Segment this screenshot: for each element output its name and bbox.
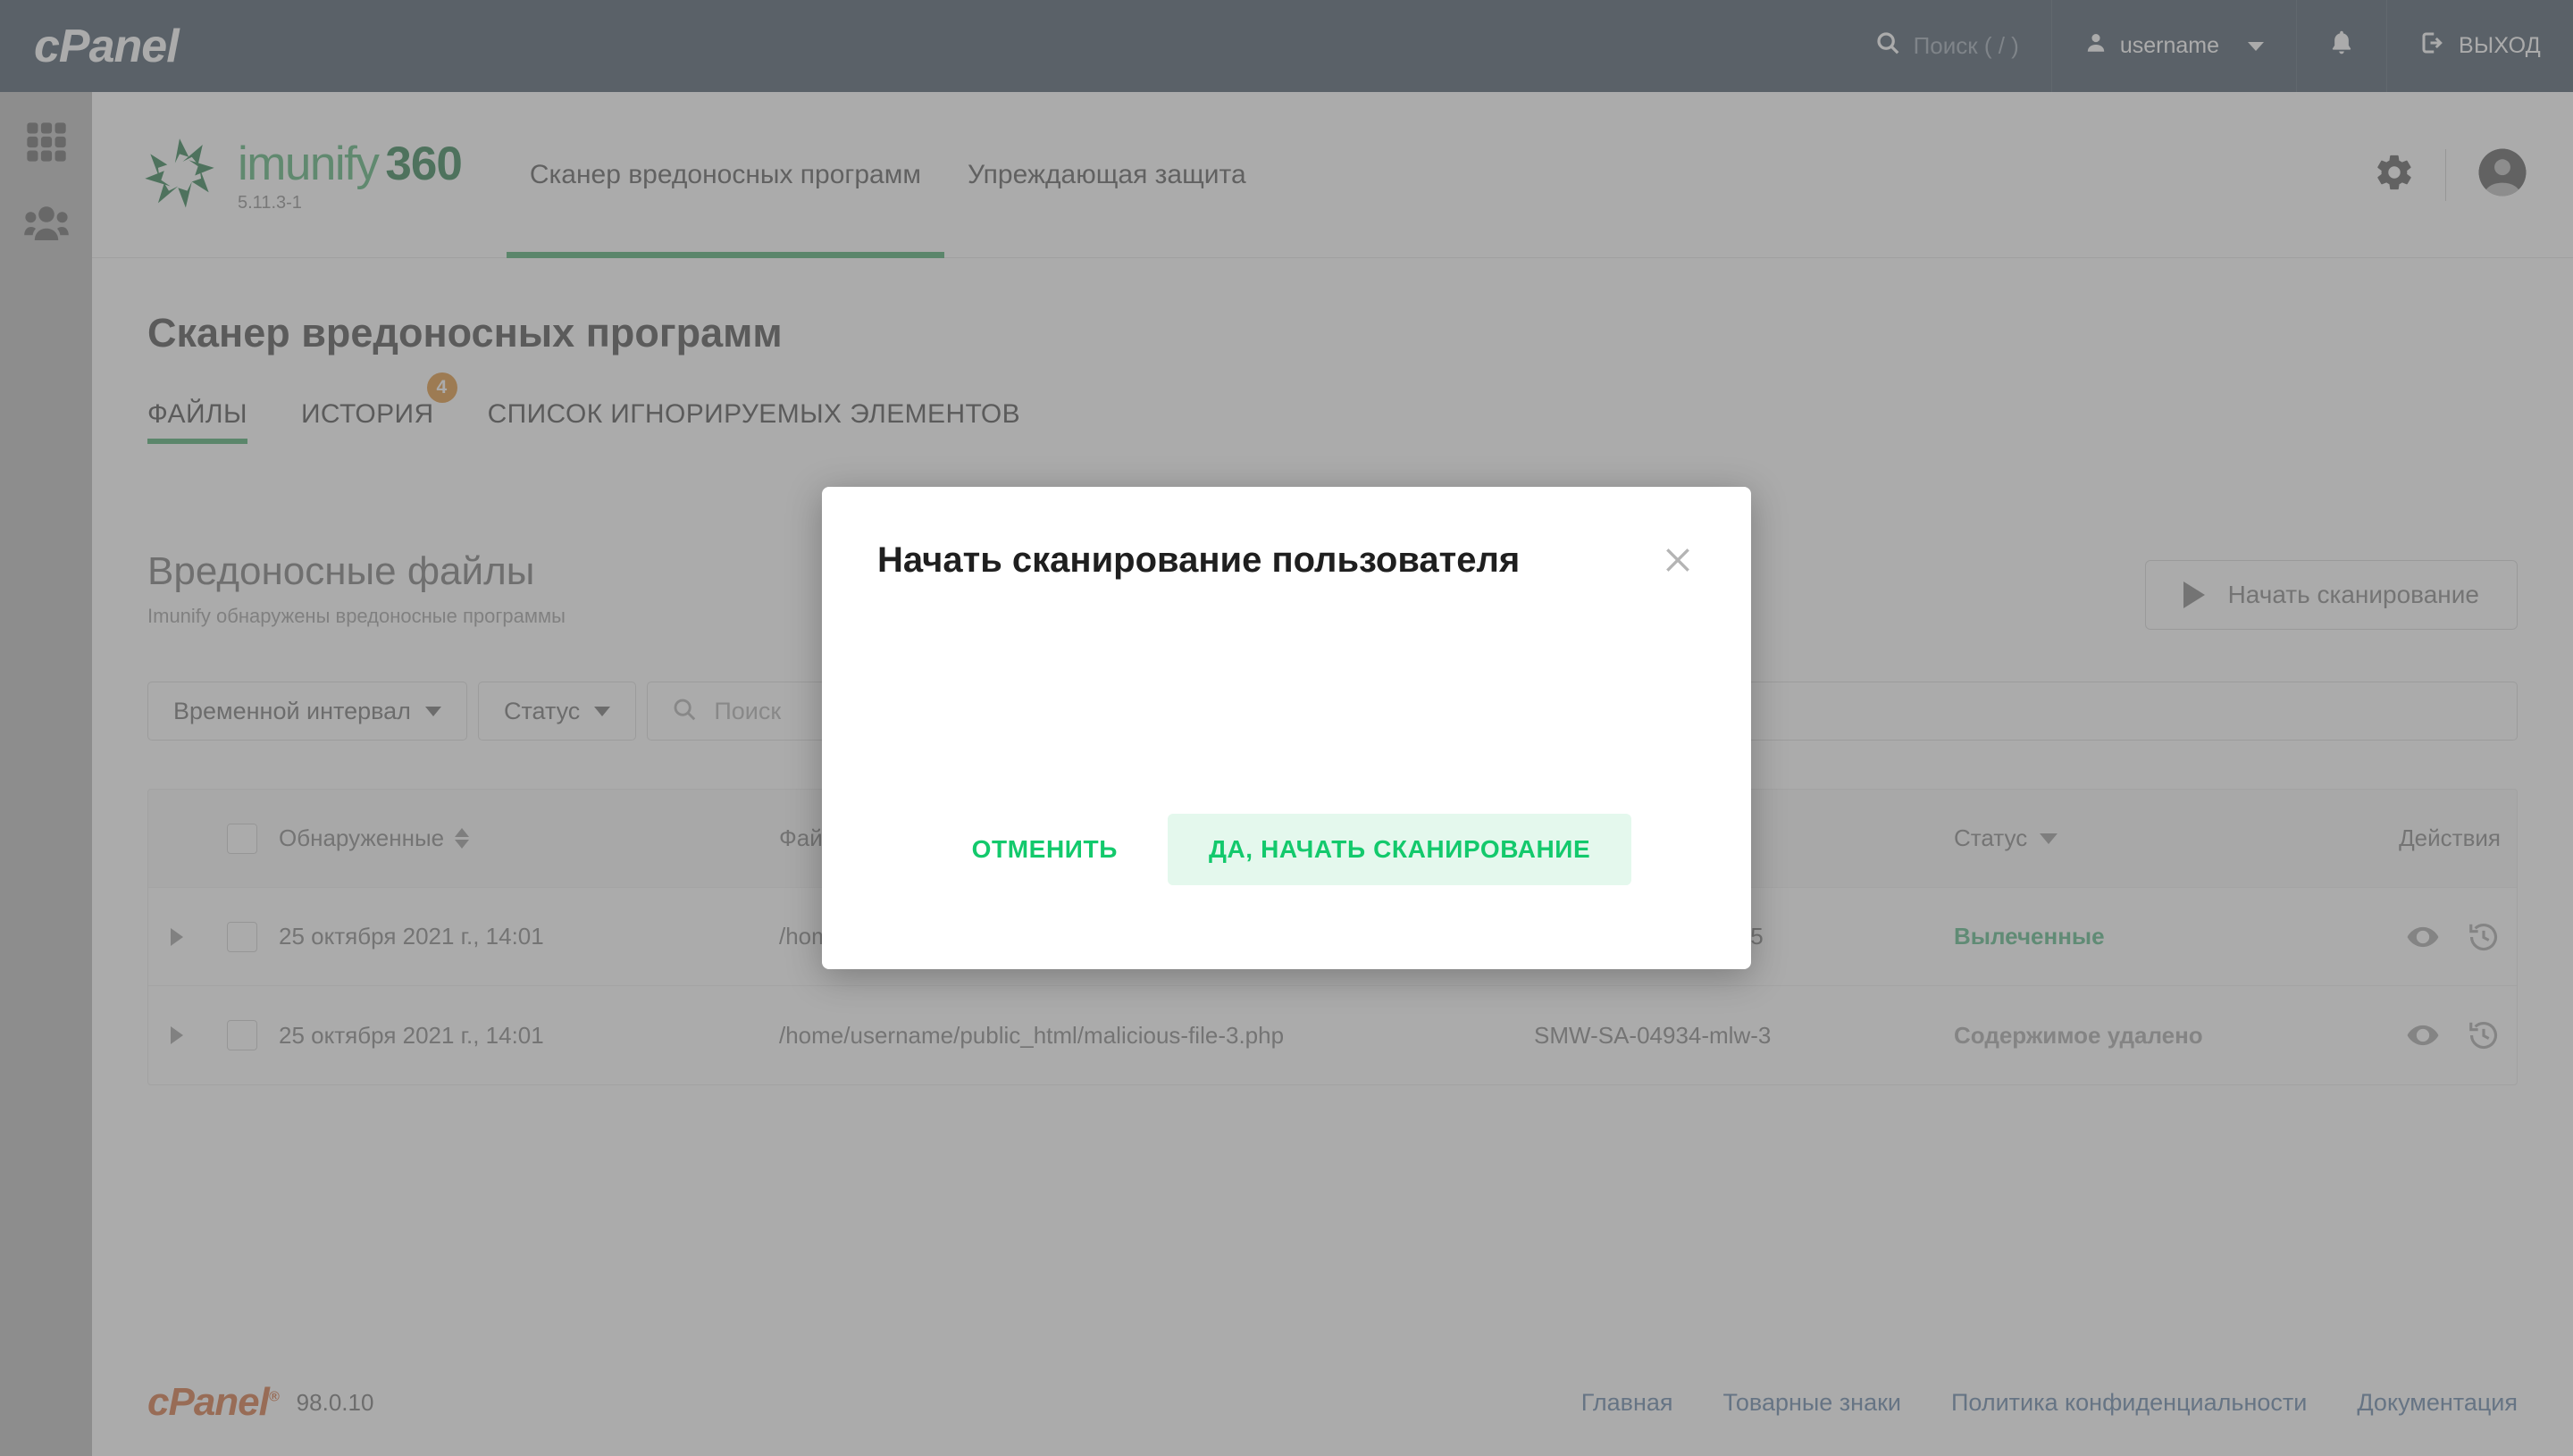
confirm-start-scan-button[interactable]: ДА, НАЧАТЬ СКАНИРОВАНИЕ xyxy=(1167,814,1632,885)
start-user-scan-dialog: Начать сканирование пользователя ОТМЕНИТ… xyxy=(822,487,1751,969)
dialog-actions: ОТМЕНИТЬ ДА, НАЧАТЬ СКАНИРОВАНИЕ xyxy=(822,814,1751,885)
cancel-button[interactable]: ОТМЕНИТЬ xyxy=(942,814,1148,885)
dialog-header: Начать сканирование пользователя xyxy=(822,487,1751,582)
app-root: cPanel Поиск ( / ) username xyxy=(0,0,2573,1456)
close-icon[interactable] xyxy=(1660,542,1696,578)
dialog-title: Начать сканирование пользователя xyxy=(877,540,1521,580)
dialog-body xyxy=(822,582,1751,769)
